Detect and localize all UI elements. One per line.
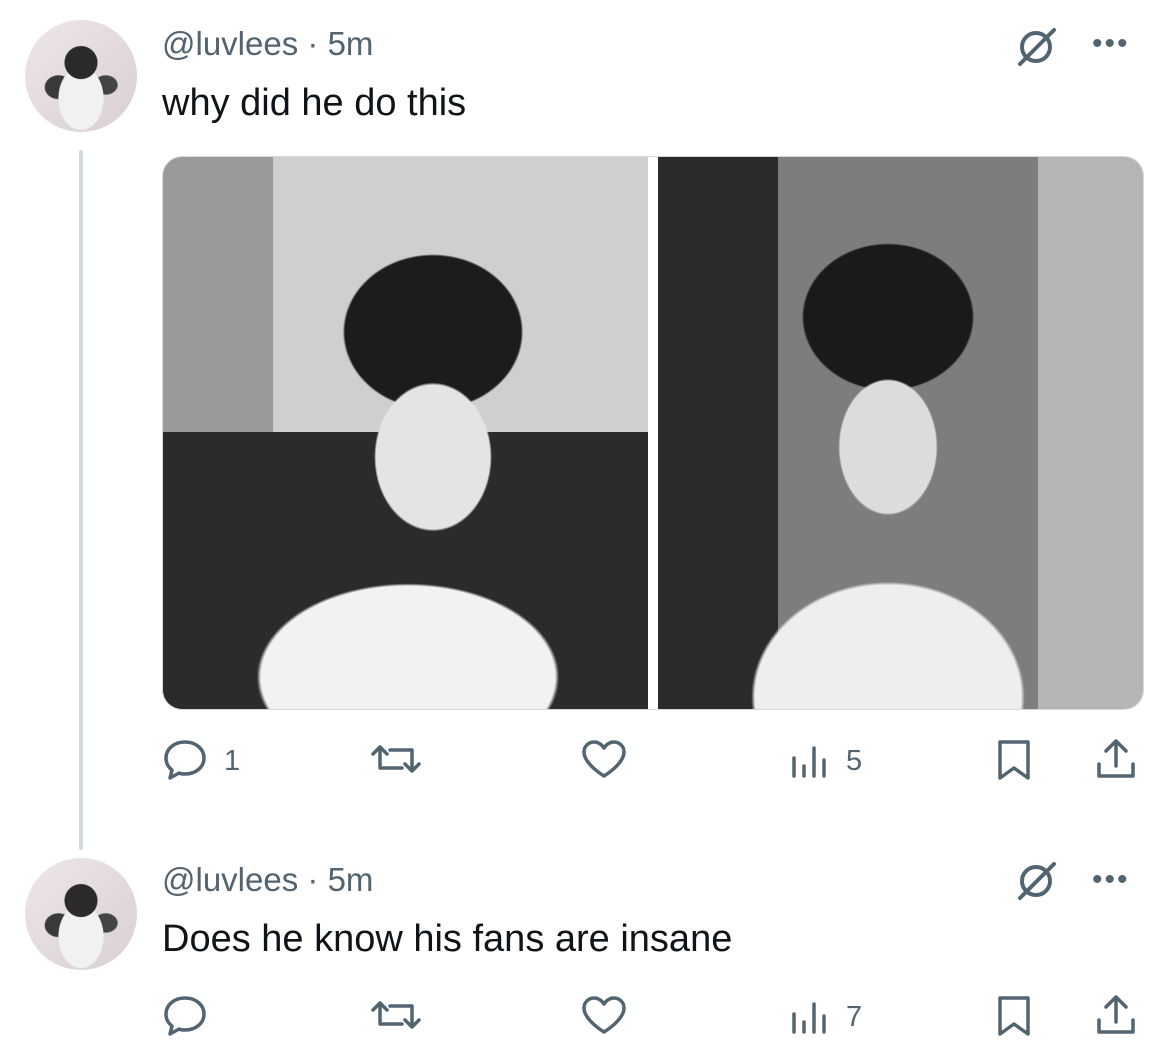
views-count: 5: [846, 745, 863, 777]
media-grid: [162, 156, 1144, 710]
share-icon[interactable]: [1094, 992, 1138, 1038]
user-handle[interactable]: @luvlees: [162, 861, 298, 898]
like-icon[interactable]: [580, 994, 628, 1036]
repost-icon[interactable]: [370, 994, 422, 1036]
like-icon[interactable]: [580, 738, 628, 780]
thread-line: [79, 150, 83, 850]
views-count: 7: [846, 1001, 863, 1033]
grok-icon[interactable]: [1014, 24, 1060, 70]
user-handle[interactable]: @luvlees: [162, 25, 298, 62]
reply-icon[interactable]: [162, 738, 208, 780]
more-icon[interactable]: •••: [1092, 29, 1130, 59]
bookmark-icon[interactable]: [996, 738, 1032, 782]
separator: ·: [307, 25, 319, 62]
avatar[interactable]: [25, 20, 137, 132]
grok-icon[interactable]: [1014, 858, 1060, 904]
repost-icon[interactable]: [370, 738, 422, 780]
more-icon[interactable]: •••: [1092, 865, 1130, 895]
separator: ·: [307, 861, 319, 898]
reply-count: 1: [224, 745, 241, 777]
timestamp[interactable]: 5m: [328, 861, 374, 898]
timestamp[interactable]: 5m: [328, 25, 374, 62]
photo-1[interactable]: [163, 157, 648, 709]
photo-2[interactable]: [658, 157, 1143, 709]
views-icon[interactable]: [788, 740, 828, 780]
post-text: why did he do this: [162, 82, 467, 124]
post-header: @luvlees · 5m: [162, 24, 373, 64]
post-header: @luvlees · 5m: [162, 860, 373, 900]
reply-icon[interactable]: [162, 994, 208, 1036]
views-icon[interactable]: [788, 996, 828, 1036]
share-icon[interactable]: [1094, 736, 1138, 782]
avatar[interactable]: [25, 858, 137, 970]
post-text: Does he know his fans are insane: [162, 918, 733, 960]
bookmark-icon[interactable]: [996, 994, 1032, 1038]
